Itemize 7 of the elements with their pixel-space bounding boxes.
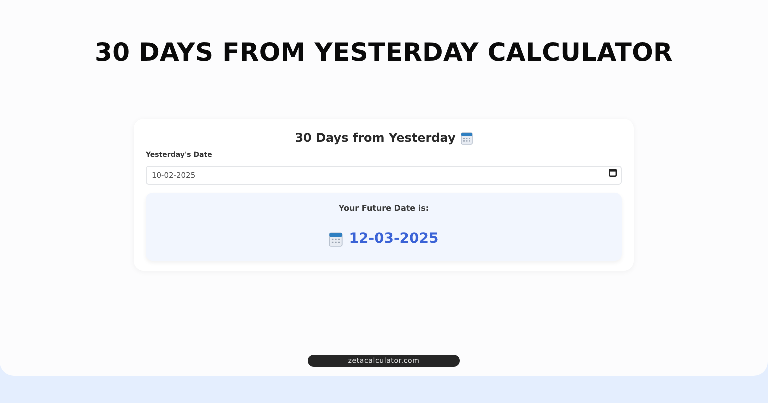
calendar-icon bbox=[460, 132, 473, 144]
result-date: 12-03-2025 bbox=[349, 231, 439, 247]
page-heading: 30 DAYS FROM YESTERDAY CALCULATOR bbox=[94, 38, 674, 67]
result-label: Your Future Date is: bbox=[338, 204, 430, 213]
calendar-icon[interactable] bbox=[609, 168, 617, 176]
calendar-icon bbox=[329, 232, 344, 246]
card-title: 30 Days from Yesterday bbox=[295, 131, 456, 145]
